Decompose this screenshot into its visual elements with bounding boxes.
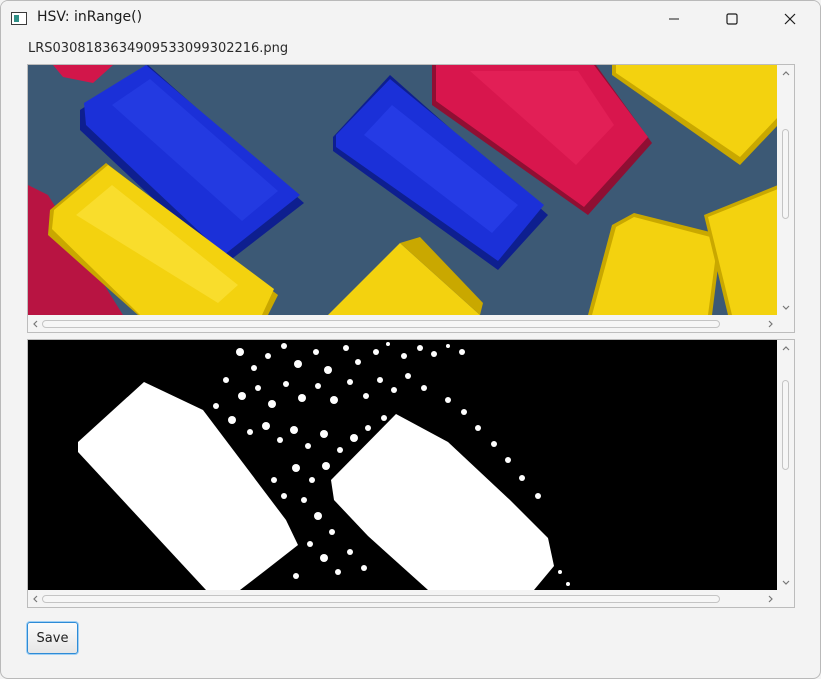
scroll-left-icon[interactable] — [30, 319, 40, 329]
scroll-left-icon[interactable] — [30, 594, 40, 604]
scroll-up-icon[interactable] — [781, 68, 791, 78]
original-image-scrollpane[interactable] — [27, 64, 795, 333]
mask-image — [28, 340, 778, 590]
maximize-icon — [726, 13, 738, 25]
horizontal-scroll-thumb[interactable] — [42, 595, 720, 603]
close-button[interactable] — [761, 1, 819, 37]
scroll-down-icon[interactable] — [781, 578, 791, 588]
minimize-icon — [669, 18, 679, 20]
scroll-right-icon[interactable] — [766, 594, 776, 604]
window-title: HSV: inRange() — [37, 9, 143, 25]
vertical-scrollbar[interactable] — [777, 65, 794, 315]
mask-image-viewport — [28, 340, 778, 590]
maximize-button[interactable] — [703, 1, 761, 37]
mask-image-scrollpane[interactable] — [27, 339, 795, 608]
scroll-corner — [777, 315, 794, 332]
minimize-button[interactable] — [645, 1, 703, 37]
horizontal-scroll-thumb[interactable] — [42, 320, 720, 328]
vertical-scroll-thumb[interactable] — [782, 129, 789, 219]
vertical-scrollbar[interactable] — [777, 340, 794, 590]
horizontal-scrollbar[interactable] — [28, 315, 778, 332]
file-name-label: LRS030818363490953309930​2216.png — [28, 41, 289, 56]
original-image — [28, 65, 778, 315]
scroll-up-icon[interactable] — [781, 343, 791, 353]
save-button[interactable]: Save — [27, 622, 78, 654]
title-bar[interactable]: HSV: inRange() — [1, 1, 820, 37]
scroll-corner — [777, 590, 794, 607]
horizontal-scrollbar[interactable] — [28, 590, 778, 607]
vertical-scroll-thumb[interactable] — [782, 380, 789, 470]
scroll-down-icon[interactable] — [781, 303, 791, 313]
original-image-viewport — [28, 65, 778, 315]
app-window: HSV: inRange() LRS030818363490953309930​… — [0, 0, 821, 679]
close-icon — [784, 13, 796, 25]
scroll-right-icon[interactable] — [766, 319, 776, 329]
app-window-icon — [11, 12, 27, 25]
